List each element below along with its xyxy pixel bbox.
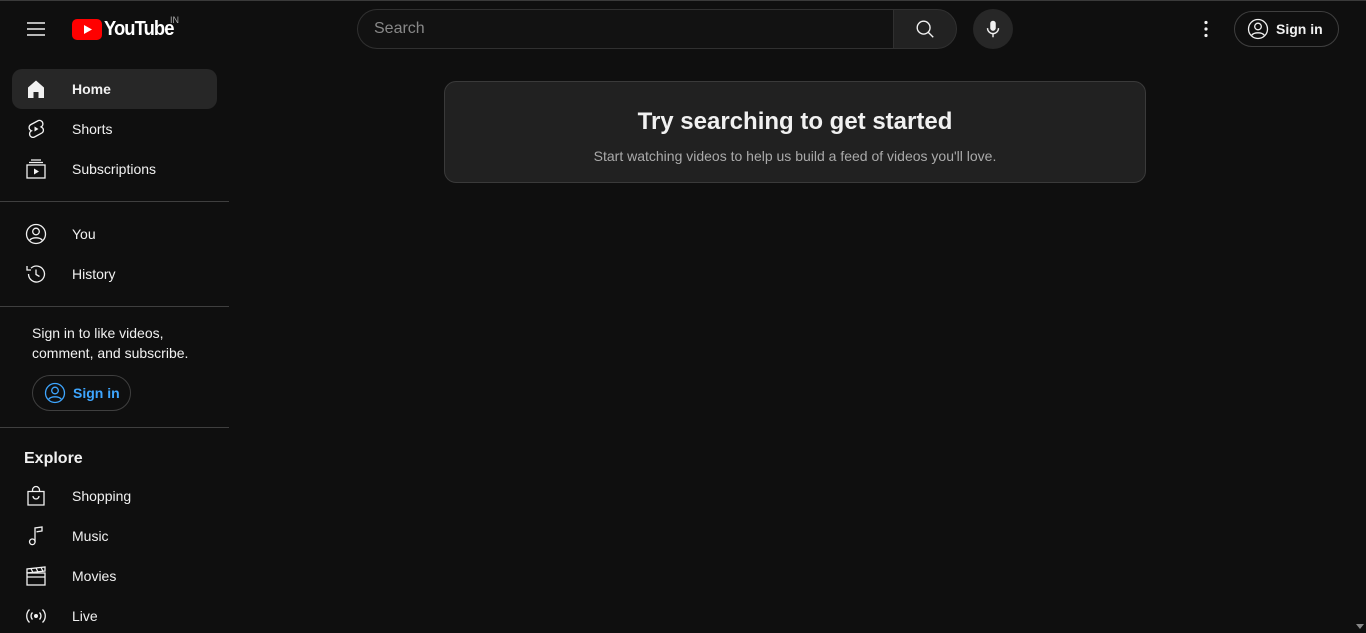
sidebar-item-subscriptions[interactable]: Subscriptions bbox=[12, 149, 217, 189]
sidebar-item-label: Music bbox=[72, 528, 109, 544]
sign-in-label: Sign in bbox=[1276, 21, 1323, 37]
sidebar-primary-section: Home Shorts Subscriptions bbox=[0, 57, 229, 202]
sidebar-item-label: Shorts bbox=[72, 121, 113, 137]
logo-wordmark: YouTube bbox=[104, 17, 174, 40]
history-icon bbox=[24, 262, 48, 286]
guide-menu-button[interactable] bbox=[16, 9, 56, 49]
search-button[interactable] bbox=[893, 9, 957, 49]
live-broadcast-icon bbox=[24, 604, 48, 628]
account-circle-icon bbox=[44, 382, 66, 404]
sidebar-item-you[interactable]: You bbox=[12, 214, 217, 254]
shorts-icon bbox=[24, 117, 48, 141]
sidebar-item-shopping[interactable]: Shopping bbox=[12, 476, 217, 516]
nudge-subtitle: Start watching videos to help us build a… bbox=[593, 148, 997, 164]
feed-nudge-card: Try searching to get started Start watch… bbox=[444, 81, 1146, 183]
voice-search-button[interactable] bbox=[973, 9, 1013, 49]
nudge-title: Try searching to get started bbox=[637, 108, 953, 135]
sidebar-explore-section: Explore Shopping Music Movies Live bbox=[0, 428, 229, 633]
country-code: IN bbox=[170, 15, 179, 25]
sidebar-item-label: Home bbox=[72, 81, 111, 97]
sidebar-you-section: You History bbox=[0, 202, 229, 307]
microphone-icon bbox=[986, 20, 1000, 38]
youtube-play-logo-icon bbox=[72, 18, 102, 40]
youtube-logo[interactable]: YouTube bbox=[72, 15, 180, 43]
sidebar-item-shorts[interactable]: Shorts bbox=[12, 109, 217, 149]
sidebar-sign-in-label: Sign in bbox=[73, 385, 120, 401]
sidebar-item-label: History bbox=[72, 266, 116, 282]
sidebar-item-history[interactable]: History bbox=[12, 254, 217, 294]
signin-promo-text: Sign in to like videos, comment, and sub… bbox=[32, 325, 189, 361]
search-icon bbox=[916, 20, 934, 38]
guide-sidebar: Home Shorts Subscriptions You History Si… bbox=[0, 57, 229, 633]
music-note-icon bbox=[24, 524, 48, 548]
vertical-dots-icon bbox=[1204, 20, 1208, 38]
clapperboard-icon bbox=[24, 564, 48, 588]
sidebar-signin-promo: Sign in to like videos, comment, and sub… bbox=[0, 307, 229, 428]
sidebar-sign-in-button[interactable]: Sign in bbox=[32, 375, 131, 411]
settings-more-button[interactable] bbox=[1186, 9, 1226, 49]
sidebar-item-movies[interactable]: Movies bbox=[12, 556, 217, 596]
sidebar-item-label: You bbox=[72, 226, 96, 242]
search-box[interactable] bbox=[357, 9, 894, 49]
sidebar-item-label: Subscriptions bbox=[72, 161, 157, 177]
subscriptions-icon bbox=[24, 157, 48, 181]
home-icon bbox=[24, 77, 48, 101]
account-circle-icon bbox=[1247, 18, 1269, 40]
sidebar-item-music[interactable]: Music bbox=[12, 516, 217, 556]
sidebar-item-home[interactable]: Home bbox=[12, 69, 217, 109]
sidebar-item-label: Shopping bbox=[72, 488, 132, 504]
scroll-down-arrow-icon[interactable] bbox=[1356, 624, 1364, 629]
sidebar-item-label: Movies bbox=[72, 568, 117, 584]
sign-in-button[interactable]: Sign in bbox=[1234, 11, 1339, 47]
search-input[interactable] bbox=[374, 20, 894, 38]
explore-heading: Explore bbox=[24, 450, 83, 467]
sidebar-item-label: Live bbox=[72, 608, 98, 624]
sidebar-item-live[interactable]: Live bbox=[12, 596, 217, 633]
account-icon bbox=[24, 222, 48, 246]
shopping-bag-icon bbox=[24, 484, 48, 508]
hamburger-icon bbox=[27, 22, 45, 36]
masthead: YouTube IN Sign in bbox=[0, 1, 1366, 57]
